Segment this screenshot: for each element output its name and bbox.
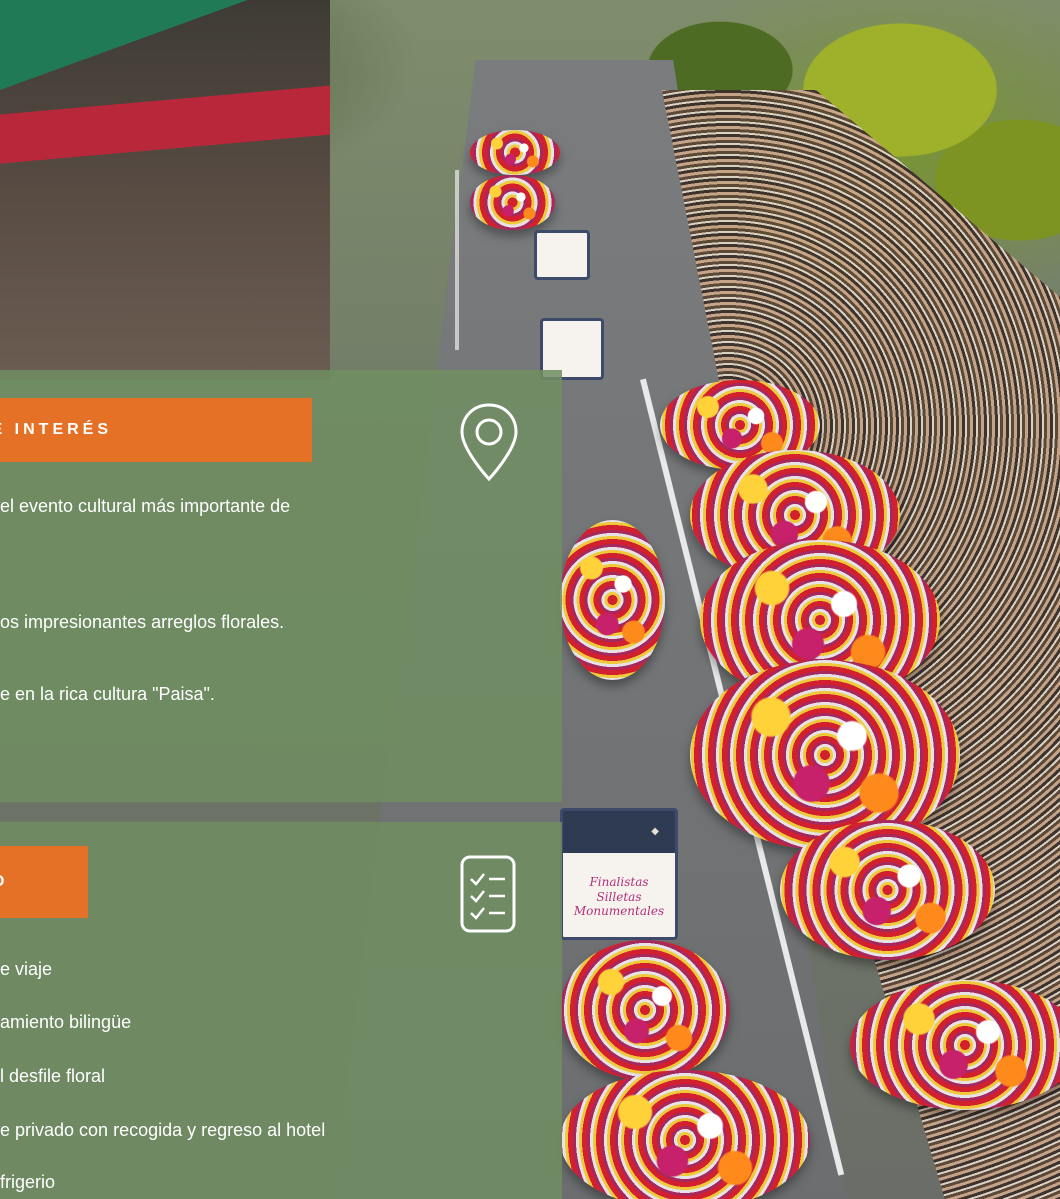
sign-logo: ◆ <box>563 811 675 853</box>
interest-line: el evento cultural más importante de <box>0 496 291 516</box>
flower-arrangement <box>780 820 995 960</box>
flower-arrangement <box>850 980 1060 1110</box>
included-item: frigerio <box>0 1172 56 1192</box>
market-tents <box>0 0 330 380</box>
map-pin-icon <box>460 403 518 482</box>
lane-line <box>455 170 459 350</box>
included-item: e viaje <box>0 959 53 979</box>
included-heading: O <box>0 873 8 891</box>
included-item: amiento bilingüe <box>0 1012 132 1032</box>
interest-line: e en la rica cultura "Paisa". <box>0 684 215 704</box>
sign-text: Finalistas Silletas Monumentales <box>573 875 665 919</box>
interest-heading: DE INTERÉS <box>0 421 113 438</box>
included-heading-tag: O <box>0 846 88 918</box>
included-item: l desfile floral <box>0 1066 106 1086</box>
flower-arrangement <box>470 175 555 230</box>
checklist-icon <box>460 855 516 933</box>
interest-heading-tag: DE INTERÉS <box>0 398 312 462</box>
flower-arrangement <box>560 1070 810 1199</box>
interest-panel: DE INTERÉS el evento cultural más import… <box>0 370 562 802</box>
flower-arrangement <box>470 130 560 175</box>
flower-arrangement <box>560 940 730 1080</box>
included-panel: O e viaje amiento bilingüe l desfile flo… <box>0 822 562 1199</box>
flower-arrangement <box>690 660 960 850</box>
flower-arrangement <box>560 520 665 680</box>
interest-line: os impresionantes arreglos florales. <box>0 612 285 632</box>
parade-sign: ◆ Finalistas Silletas Monumentales <box>560 808 678 940</box>
included-item: e privado con recogida y regreso al hote… <box>0 1120 326 1140</box>
parade-sign <box>534 230 590 280</box>
